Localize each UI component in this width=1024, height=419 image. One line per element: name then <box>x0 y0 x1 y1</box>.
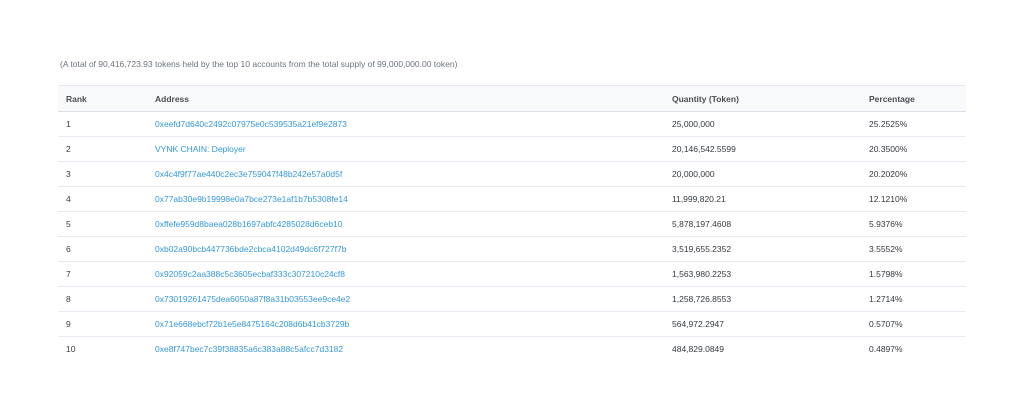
header-rank: Rank <box>58 85 147 112</box>
percentage-cell: 20.3500% <box>861 136 966 162</box>
quantity-cell: 25,000,000 <box>664 111 861 137</box>
address-link[interactable]: 0xeefd7d640c2492c07975e0c539535a21ef9e28… <box>155 119 347 129</box>
holders-summary: (A total of 90,416,723.93 tokens held by… <box>60 59 458 69</box>
holders-table: Rank Address Quantity (Token) Percentage… <box>58 85 966 361</box>
rank-cell: 6 <box>58 236 147 262</box>
table-row: 5 0xffefe959d8baea028b1697abfc4285028d6c… <box>58 211 966 237</box>
address-cell: 0xffefe959d8baea028b1697abfc4285028d6ceb… <box>147 211 664 237</box>
rank-cell: 5 <box>58 211 147 237</box>
address-link[interactable]: 0xffefe959d8baea028b1697abfc4285028d6ceb… <box>155 219 343 229</box>
quantity-cell: 3,519,655.2352 <box>664 236 861 262</box>
table-row: 1 0xeefd7d640c2492c07975e0c539535a21ef9e… <box>58 111 966 137</box>
address-cell: 0xe8f747bec7c39f38835a6c383a88c5afcc7d31… <box>147 337 664 362</box>
percentage-cell: 25.2525% <box>861 111 966 137</box>
address-link[interactable]: 0xe8f747bec7c39f38835a6c383a88c5afcc7d31… <box>155 344 343 354</box>
percentage-cell: 1.5798% <box>861 261 966 287</box>
address-cell: 0xeefd7d640c2492c07975e0c539535a21ef9e28… <box>147 111 664 137</box>
quantity-cell: 20,146,542.5599 <box>664 136 861 162</box>
rank-cell: 10 <box>66 344 76 354</box>
address-cell: 0x92059c2aa388c5c3605ecbaf333c307210c24c… <box>147 261 664 287</box>
header-percentage: Percentage <box>861 85 966 112</box>
table-row: 2 VYNK CHAIN: Deployer 20,146,542.5599 2… <box>58 136 966 162</box>
address-link[interactable]: 0x71e668ebcf72b1e5e8475164c208d6b41cb372… <box>155 319 349 329</box>
percentage-cell: 0.5707% <box>861 311 966 337</box>
percentage-cell: 3.5552% <box>861 236 966 262</box>
address-cell: VYNK CHAIN: Deployer <box>147 136 664 162</box>
percentage-cell: 0.4897% <box>869 344 903 354</box>
rank-cell: 9 <box>58 311 147 337</box>
table-row: 7 0x92059c2aa388c5c3605ecbaf333c307210c2… <box>58 261 966 287</box>
address-link[interactable]: VYNK CHAIN: Deployer <box>155 144 246 154</box>
percentage-cell: 12.1210% <box>861 186 966 212</box>
address-cell: 0x73019261475dea6050a87f8a31b03553ee9ce4… <box>147 286 664 312</box>
quantity-cell: 564,972.2947 <box>664 311 861 337</box>
address-link[interactable]: 0xb02a90bcb447736bde2cbca4102d49dc6f727f… <box>155 244 346 254</box>
table-row: 8 0x73019261475dea6050a87f8a31b03553ee9c… <box>58 286 966 312</box>
quantity-cell: 11,999,820.21 <box>664 186 861 212</box>
address-cell: 0xb02a90bcb447736bde2cbca4102d49dc6f727f… <box>147 236 664 262</box>
address-cell: 0x4c4f9f77ae440c2ec3e759047f48b242e57a0d… <box>147 161 664 187</box>
table-row: 10 0xe8f747bec7c39f38835a6c383a88c5afcc7… <box>58 337 966 362</box>
quantity-cell: 1,258,726.8553 <box>664 286 861 312</box>
rank-cell: 3 <box>58 161 147 187</box>
token-holders-page: (A total of 90,416,723.93 tokens held by… <box>0 0 1024 419</box>
rank-cell: 4 <box>58 186 147 212</box>
percentage-cell: 1.2714% <box>861 286 966 312</box>
rank-cell: 2 <box>58 136 147 162</box>
quantity-cell: 5,878,197.4608 <box>664 211 861 237</box>
address-link[interactable]: 0x92059c2aa388c5c3605ecbaf333c307210c24c… <box>155 269 345 279</box>
table-row: 9 0x71e668ebcf72b1e5e8475164c208d6b41cb3… <box>58 311 966 337</box>
rank-cell: 8 <box>58 286 147 312</box>
percentage-cell: 5.9376% <box>861 211 966 237</box>
header-quantity: Quantity (Token) <box>664 85 861 112</box>
address-link[interactable]: 0x77ab30e9b19998e0a7bce273e1af1b7b5308fe… <box>155 194 348 204</box>
address-cell: 0x77ab30e9b19998e0a7bce273e1af1b7b5308fe… <box>147 186 664 212</box>
table-row: 4 0x77ab30e9b19998e0a7bce273e1af1b7b5308… <box>58 186 966 212</box>
address-cell: 0x71e668ebcf72b1e5e8475164c208d6b41cb372… <box>147 311 664 337</box>
table-row: 6 0xb02a90bcb447736bde2cbca4102d49dc6f72… <box>58 236 966 262</box>
rank-cell: 7 <box>58 261 147 287</box>
rank-cell: 1 <box>58 111 147 137</box>
percentage-cell: 20.2020% <box>861 161 966 187</box>
address-link[interactable]: 0x73019261475dea6050a87f8a31b03553ee9ce4… <box>155 294 350 304</box>
quantity-cell: 484,829.0849 <box>672 344 724 354</box>
table-row: 3 0x4c4f9f77ae440c2ec3e759047f48b242e57a… <box>58 161 966 187</box>
quantity-cell: 1,563,980.2253 <box>664 261 861 287</box>
address-link[interactable]: 0x4c4f9f77ae440c2ec3e759047f48b242e57a0d… <box>155 169 342 179</box>
header-address: Address <box>147 85 664 112</box>
table-header-row: Rank Address Quantity (Token) Percentage <box>58 85 966 112</box>
quantity-cell: 20,000,000 <box>664 161 861 187</box>
